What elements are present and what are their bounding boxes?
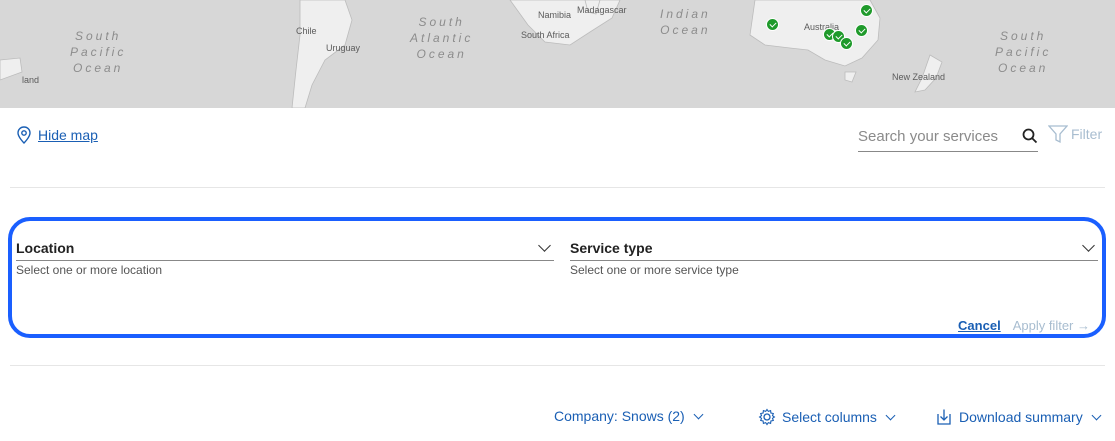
filter-funnel-icon — [1048, 125, 1068, 144]
chevron-down-icon — [1082, 239, 1095, 252]
map-pin[interactable] — [840, 37, 853, 50]
filter-panel: Location Select one or more location Ser… — [8, 217, 1106, 338]
filter-button[interactable]: Filter — [1048, 124, 1102, 144]
company-label: Company: Snows (2) — [554, 408, 685, 424]
place-label: land — [22, 75, 40, 85]
location-hint: Select one or more location — [16, 263, 163, 277]
map-pin[interactable] — [860, 4, 873, 17]
gear-icon — [758, 408, 776, 426]
location-pin-icon — [17, 126, 31, 144]
world-map[interactable]: South Pacific Ocean South Atlantic Ocean Ind… — [0, 0, 1115, 108]
search-icon[interactable] — [1022, 128, 1038, 144]
service-type-label: Service type — [570, 240, 653, 256]
chevron-down-icon — [693, 409, 704, 419]
place-label: Namibia — [538, 10, 572, 20]
download-icon — [937, 409, 951, 425]
divider — [10, 187, 1105, 188]
select-columns-label: Select columns — [782, 409, 877, 425]
service-type-filter[interactable]: Service type Select one or more service … — [570, 236, 1098, 277]
search-box[interactable] — [858, 121, 1038, 152]
chevron-down-icon — [885, 410, 896, 420]
filter-label: Filter — [1071, 126, 1103, 142]
place-label: South Africa — [521, 30, 570, 40]
ocean-label: South Pacific Ocean — [70, 29, 127, 75]
hide-map-link[interactable]: Hide map — [38, 127, 98, 143]
search-input[interactable] — [858, 127, 1008, 145]
ocean-label: South Pacific Ocean — [995, 29, 1052, 75]
select-columns-button[interactable]: Select columns — [758, 408, 896, 426]
divider — [10, 365, 1105, 366]
apply-filter-button[interactable]: Apply filter → — [1013, 318, 1090, 333]
chevron-down-icon — [1091, 410, 1102, 420]
company-selector[interactable]: Company: Snows (2) — [554, 408, 704, 424]
place-label: Chile — [296, 26, 317, 36]
download-summary-button[interactable]: Download summary — [935, 408, 1102, 426]
ocean-label: South Atlantic Ocean — [410, 15, 474, 61]
location-label: Location — [16, 240, 75, 256]
service-type-dropdown[interactable]: Service type — [570, 236, 1098, 261]
map-pin[interactable] — [855, 24, 868, 37]
place-label: Madagascar — [577, 5, 627, 15]
cancel-button[interactable]: Cancel — [958, 318, 1001, 333]
chevron-down-icon — [538, 239, 551, 252]
place-label: Uruguay — [326, 43, 361, 53]
hide-map-toggle[interactable]: Hide map — [16, 126, 98, 144]
place-label: New Zealand — [892, 72, 946, 82]
ocean-label: Indian Ocean — [660, 7, 711, 37]
location-filter[interactable]: Location Select one or more location — [16, 236, 554, 277]
location-dropdown[interactable]: Location — [16, 236, 554, 261]
download-summary-label: Download summary — [959, 409, 1083, 425]
service-type-hint: Select one or more service type — [570, 263, 739, 277]
map-pin[interactable] — [766, 18, 779, 31]
